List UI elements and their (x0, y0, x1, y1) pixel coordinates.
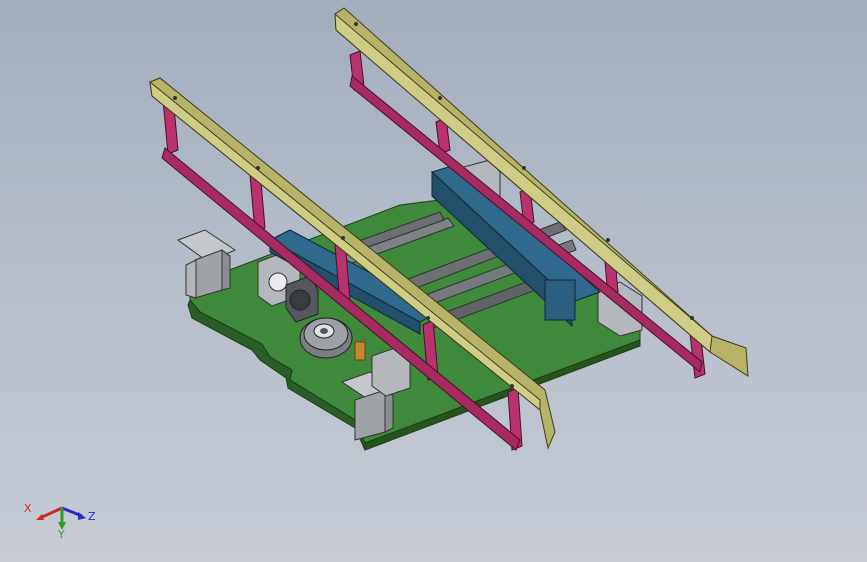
y-axis-label: Y (57, 528, 65, 540)
x-axis-line (39, 506, 63, 520)
orientation-triad: X Z Y (24, 502, 96, 540)
x-axis-arrow (36, 514, 44, 520)
z-axis-arrow (78, 512, 86, 520)
support-bracket-left[interactable] (176, 229, 237, 299)
pulley-wheel[interactable] (299, 317, 353, 359)
x-axis-label: X (24, 502, 32, 515)
cad-assembly-model[interactable] (0, 0, 867, 562)
z-axis-label: Z (88, 510, 96, 523)
3d-viewport[interactable]: X Z Y (0, 0, 867, 562)
